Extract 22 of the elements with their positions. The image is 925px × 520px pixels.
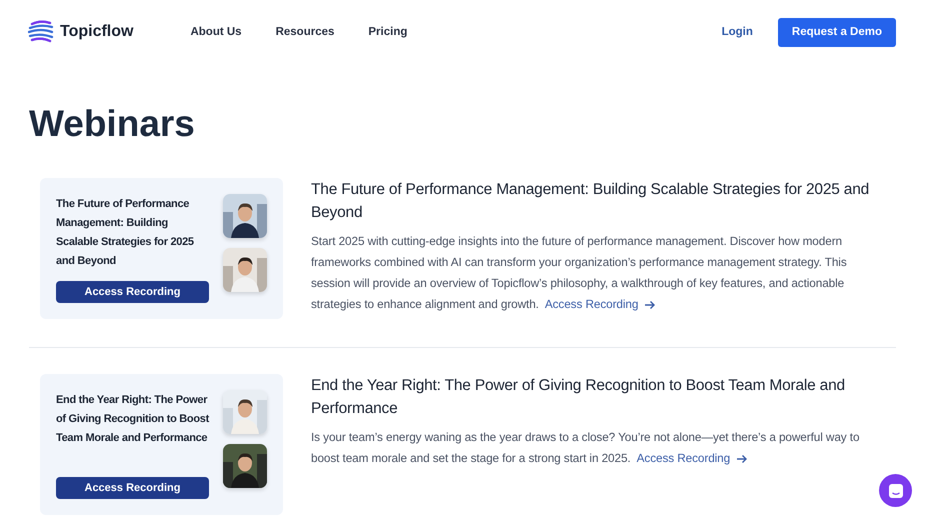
access-recording-link[interactable]: Access Recording [544,294,656,315]
access-recording-button[interactable]: Access Recording [56,281,209,303]
logo-icon[interactable] [28,19,54,45]
brand-name[interactable]: Topicflow [60,23,134,41]
login-link[interactable]: Login [722,26,753,38]
arrow-icon[interactable] [644,300,656,310]
access-recording-link[interactable]: Access Recording [636,448,748,469]
chat-button[interactable] [879,474,912,507]
nav-link[interactable]: About Us [190,26,242,38]
webinar-title: End the Year Right: The Power of Giving Recognition to Boost Team Morale and Performance [311,376,846,419]
card-title: The Future of Performance Management: Building Scalable Strategies for 2025 and Beyond [56,197,195,269]
request-demo-button[interactable]: Request a Demo [778,18,896,46]
nav-link[interactable]: Resources [276,26,334,38]
webinar-title: The Future of Performance Management: Building Scalable Strategies for 2025 and Beyond [311,180,870,223]
nav-link[interactable]: Pricing [368,26,408,38]
card-title: End the Year Right: The Power of Giving Recognition to Boost Team Morale and Performance [56,393,209,446]
webinar-description: Start 2025 with cutting-edge insights into the future of performance management. Discover how modern frameworks combined with AI can transform your organization’s performance management strategy. This session will provide an overview of Topicflow’s philosophy, a walkthrough of key features, and actionable strategies to enhance alignment and growth. Access Recording [311,231,885,315]
page-title: Webinars [29,102,196,146]
webinar-description: Is your team’s energy waning as the year draws to a close? You’re not alone—yet there’s a powerful way to boost team morale and set the stage for a strong start in 2025. Access Recording [311,427,885,469]
chat-icon [888,482,904,498]
access-recording-button[interactable]: Access Recording [56,477,209,499]
arrow-icon[interactable] [736,454,748,464]
